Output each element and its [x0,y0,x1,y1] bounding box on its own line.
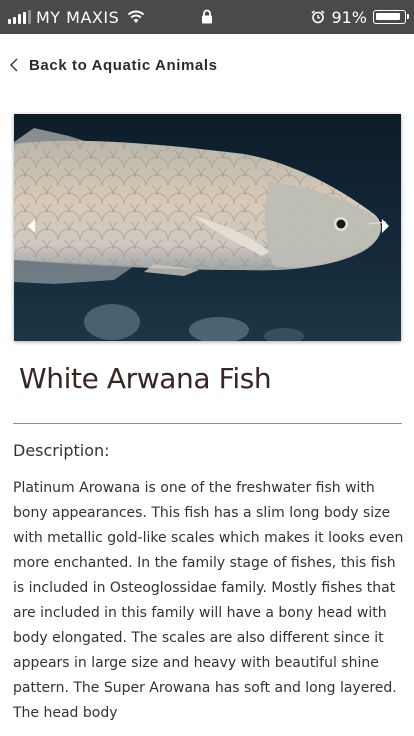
back-button[interactable]: Back to Aquatic Animals [9,52,218,78]
alarm-icon [311,10,325,24]
image-carousel[interactable] [14,114,401,341]
signal-icon [8,10,31,24]
back-link-label: Back to Aquatic Animals [29,56,218,74]
status-right: 91% [311,0,409,34]
status-bar: MY MAXIS 91% [0,0,414,34]
battery-icon [373,10,409,24]
chevron-left-icon [10,58,18,72]
carrier-name: MY MAXIS [36,7,120,27]
battery-percentage: 91% [331,7,367,27]
carousel-next-button[interactable] [381,218,391,234]
divider [13,423,402,424]
carousel-prev-button[interactable] [26,218,36,234]
battery-fill [376,13,400,20]
description-text: Platinum Arowana is one of the freshwate… [13,480,404,721]
animal-title: White Arwana Fish [19,362,272,395]
status-left: MY MAXIS [8,0,145,34]
description-heading: Description: [13,441,110,460]
lock-icon [202,9,212,24]
fish-photo [14,114,401,341]
wifi-icon [128,10,145,23]
